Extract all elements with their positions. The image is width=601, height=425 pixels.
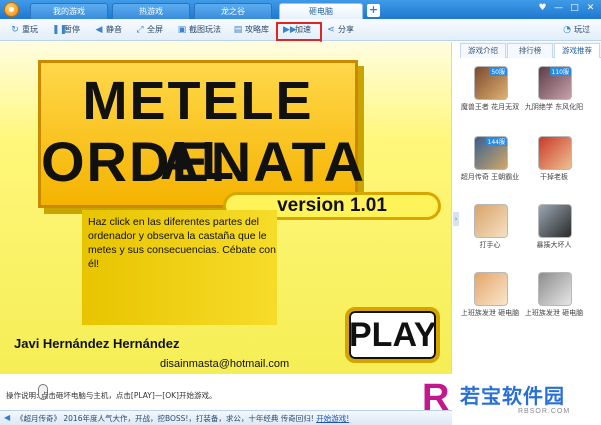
ticker-start-link[interactable]: 开始游戏!: [316, 414, 349, 423]
share-label: 分享: [338, 25, 354, 34]
mute-label: 静音: [106, 25, 122, 34]
fullscreen-icon: ⤢: [136, 25, 144, 35]
played-button[interactable]: ◔ 玩过: [562, 23, 590, 37]
refresh-button[interactable]: ↻ 重玩: [10, 23, 38, 37]
tab-dragon-nest[interactable]: 龙之谷: [194, 3, 272, 19]
recommended-game-7[interactable]: 上班族发泄 砸电脑: [460, 272, 520, 338]
refresh-label: 重玩: [22, 25, 38, 34]
camera-icon: ▣: [177, 25, 187, 35]
game-name: 九阴绝学 东风化阳: [524, 103, 584, 111]
game-name: 魔兽王者 花月无双: [460, 103, 520, 111]
watermark-subtitle: RBSOR.COM: [518, 408, 571, 415]
title-line-2: ORDENATA: [41, 130, 367, 193]
game-mage-icon: 144服: [474, 136, 508, 170]
tab-game-intro[interactable]: 游戏介绍: [460, 43, 506, 58]
right-panel: 游戏介绍 排行榜 游戏推荐 50服 魔兽王者 花月无双 110服 九阴绝学 东风…: [460, 42, 601, 374]
recommended-game-6[interactable]: 暴揍大坏人: [524, 204, 584, 270]
skin-icon[interactable]: ♥: [536, 2, 549, 15]
game-office2-icon: [538, 272, 572, 306]
game-name: 上班族发泄 砸电脑: [524, 309, 584, 317]
recommended-game-1[interactable]: 50服 魔兽王者 花月无双: [460, 66, 520, 132]
tab-smash-computer[interactable]: 砸电脑: [279, 3, 363, 19]
clock-icon: ◔: [563, 25, 571, 35]
add-tab-button[interactable]: +: [367, 4, 380, 17]
play-button[interactable]: PLAY: [345, 307, 440, 363]
tab-bar: 我的游戏 热游戏 龙之谷 砸电脑 + ♥ — □ ✕: [0, 0, 601, 19]
recommended-game-3[interactable]: 144服 超月传奇 王朝霸业: [460, 136, 520, 202]
game-description: Haz click en las diferentes partes del o…: [82, 210, 277, 325]
game-canvas[interactable]: METELE AL ORDENATA version 1.01 Haz clic…: [0, 42, 452, 374]
news-ticker: ◀ 《超月传奇》 2016年度人气大作，开战，挖BOSS!，打装备，求公，十年经…: [0, 410, 452, 425]
pause-button[interactable]: ❚❚ 暂停: [52, 23, 80, 37]
guide-button[interactable]: ▤ 攻略库: [233, 23, 269, 37]
screenshot-label: 截图玩法: [189, 25, 221, 34]
mute-button[interactable]: ◀ 静音: [94, 23, 122, 37]
maximize-button[interactable]: □: [568, 2, 581, 15]
title-plate: METELE AL ORDENATA: [38, 60, 367, 208]
game-stickman-icon: [538, 204, 572, 238]
guide-label: 攻略库: [245, 25, 269, 34]
minimize-button[interactable]: —: [552, 2, 565, 15]
speed-highlight-box: [276, 22, 322, 41]
refresh-icon: ↻: [11, 25, 19, 35]
tab-leaderboard[interactable]: 排行榜: [507, 43, 553, 58]
played-label: 玩过: [574, 25, 590, 34]
fullscreen-label: 全屏: [147, 25, 163, 34]
ticker-message: 2016年度人气大作，开战，挖BOSS!，打装备，求公，十年经典 传奇回归!: [63, 414, 314, 423]
recommended-game-8[interactable]: 上班族发泄 砸电脑: [524, 272, 584, 338]
watermark-logo-icon: R: [422, 377, 450, 419]
game-name: 上班族发泄 砸电脑: [460, 309, 520, 317]
share-icon: ⋖: [327, 25, 335, 35]
game-warrior-icon: 50服: [474, 66, 508, 100]
right-panel-tabs: 游戏介绍 排行榜 游戏推荐: [460, 42, 601, 58]
fullscreen-button[interactable]: ⤢ 全屏: [135, 23, 163, 37]
author-email: disainmasta@hotmail.com: [160, 358, 290, 370]
ticker-text: 《超月传奇》 2016年度人气大作，开战，挖BOSS!，打装备，求公，十年经典 …: [16, 413, 349, 424]
game-name: 暴揍大坏人: [536, 241, 572, 249]
hint-text: 操作说明: 点击砸坏电脑与主机，点击[PLAY]—[OK]开始游戏。: [6, 391, 217, 400]
tab-hot-games[interactable]: 热游戏: [112, 3, 190, 19]
game-name: 超月传奇 王朝霸业: [460, 173, 520, 181]
megaphone-icon: ◀: [4, 413, 11, 422]
watermark-title: 若宝软件园: [460, 384, 565, 408]
tab-recommended[interactable]: 游戏推荐: [554, 43, 600, 58]
server-badge: 144服: [485, 137, 507, 146]
guide-icon: ▤: [233, 25, 243, 35]
game-office-icon: [474, 272, 508, 306]
app-logo-icon: [4, 2, 19, 17]
recommended-game-5[interactable]: 打手心: [460, 204, 520, 270]
tab-my-games[interactable]: 我的游戏: [30, 3, 108, 19]
game-hands-icon: [474, 204, 508, 238]
server-badge: 110服: [549, 67, 571, 76]
ticker-game[interactable]: 《超月传奇》: [16, 414, 61, 423]
recommended-game-4[interactable]: 干掉老板: [524, 136, 584, 202]
screenshot-button[interactable]: ▣ 截图玩法: [177, 23, 221, 37]
recommended-game-2[interactable]: 110服 九阴绝学 东风化阳: [524, 66, 584, 132]
pause-icon: ❚❚: [52, 25, 68, 35]
site-watermark: R 若宝软件园 RBSOR.COM: [422, 378, 597, 423]
game-name: 打手心: [479, 241, 501, 249]
game-heroine-icon: 110服: [538, 66, 572, 100]
game-name: 干掉老板: [540, 173, 568, 181]
author-name: Javi Hernández Hernández: [14, 336, 180, 351]
close-button[interactable]: ✕: [584, 2, 597, 15]
share-button[interactable]: ⋖ 分享: [326, 23, 354, 37]
game-boss-icon: [538, 136, 572, 170]
server-badge: 50服: [489, 67, 507, 76]
collapse-panel-icon[interactable]: ›: [453, 212, 459, 226]
speaker-icon: ◀: [95, 25, 103, 35]
